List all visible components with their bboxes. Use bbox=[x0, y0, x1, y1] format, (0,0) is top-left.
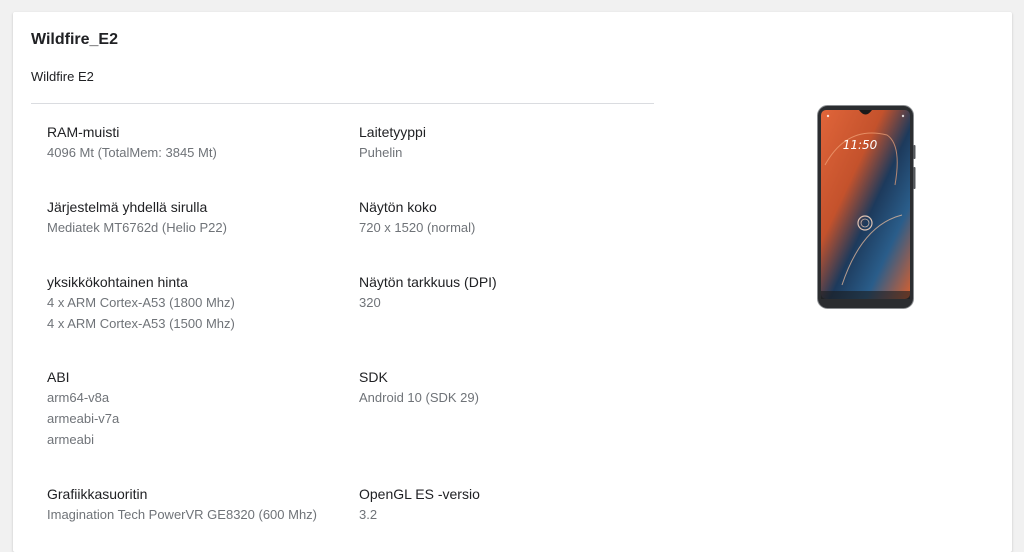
phone-image: 11:50 bbox=[817, 105, 916, 309]
lock-clock: 11:50 bbox=[843, 138, 878, 152]
spec-label: Näytön koko bbox=[359, 199, 437, 215]
spec-value: 320 bbox=[359, 295, 381, 310]
spec-label: yksikkökohtainen hinta bbox=[47, 274, 188, 290]
power-button bbox=[913, 167, 916, 189]
spec-soc: Järjestelmä yhdellä sirulla Mediatek MT6… bbox=[47, 197, 337, 238]
spec-cpu: yksikkökohtainen hinta 4 x ARM Cortex-A5… bbox=[47, 272, 337, 334]
volume-button bbox=[913, 145, 916, 159]
spec-value: 4 x ARM Cortex-A53 (1500 Mhz) bbox=[47, 316, 235, 331]
spec-abi: ABI arm64-v8a armeabi-v7a armeabi bbox=[47, 367, 337, 450]
spec-label: Näytön tarkkuus (DPI) bbox=[359, 274, 497, 290]
spec-value: armeabi-v7a bbox=[47, 411, 120, 426]
spec-value: arm64-v8a bbox=[47, 390, 110, 405]
spec-label: Laitetyyppi bbox=[359, 124, 426, 140]
spec-gpu: Grafiikkasuoritin Imagination Tech Power… bbox=[47, 484, 337, 525]
spec-ram: RAM-muisti 4096 Mt (TotalMem: 3845 Mt) bbox=[47, 122, 337, 163]
spec-screen-size: Näytön koko 720 x 1520 (normal) bbox=[359, 197, 649, 238]
spec-value: Imagination Tech PowerVR GE8320 (600 Mhz… bbox=[47, 507, 318, 522]
divider bbox=[31, 103, 654, 104]
spec-label: RAM-muisti bbox=[47, 124, 120, 140]
spec-value: Mediatek MT6762d (Helio P22) bbox=[47, 220, 227, 235]
spec-label: SDK bbox=[359, 369, 388, 385]
spec-value: 720 x 1520 (normal) bbox=[359, 220, 476, 235]
spec-label: ABI bbox=[47, 369, 70, 385]
spec-value: armeabi bbox=[47, 432, 94, 447]
spec-dpi: Näytön tarkkuus (DPI) 320 bbox=[359, 272, 649, 313]
spec-label: OpenGL ES -versio bbox=[359, 486, 480, 502]
spec-opengl: OpenGL ES -versio 3.2 bbox=[359, 484, 649, 525]
spec-value: 3.2 bbox=[359, 507, 378, 522]
spec-label: Grafiikkasuoritin bbox=[47, 486, 148, 502]
spec-value: Puhelin bbox=[359, 145, 403, 160]
spec-device-type: Laitetyyppi Puhelin bbox=[359, 122, 649, 163]
spec-value: 4 x ARM Cortex-A53 (1800 Mhz) bbox=[47, 295, 235, 310]
spec-value: 4096 Mt (TotalMem: 3845 Mt) bbox=[47, 145, 217, 160]
device-card: Wildfire_E2 Wildfire E2 RAM-muisti 4096 … bbox=[13, 12, 1012, 552]
spec-sdk: SDK Android 10 (SDK 29) bbox=[359, 367, 649, 408]
device-model: Wildfire E2 bbox=[31, 69, 94, 84]
spec-label: Järjestelmä yhdellä sirulla bbox=[47, 199, 208, 215]
spec-value: Android 10 (SDK 29) bbox=[359, 390, 479, 405]
device-title: Wildfire_E2 bbox=[31, 31, 118, 48]
